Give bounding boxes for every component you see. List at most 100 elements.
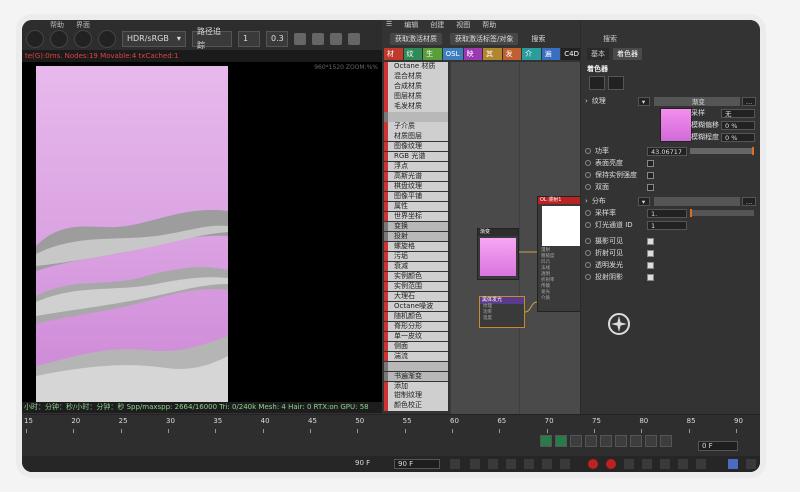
node-tab[interactable]: 介质 xyxy=(522,48,541,70)
node-tab[interactable]: 发光 xyxy=(502,48,522,70)
preview-toggle-button[interactable] xyxy=(589,76,605,90)
node-list-item[interactable]: 材质图层 xyxy=(384,131,448,142)
node-list-item[interactable]: Octane 材质 xyxy=(384,62,448,72)
keyframe-dot[interactable] xyxy=(585,250,591,256)
move-key-button[interactable] xyxy=(642,459,652,469)
node-list-item[interactable]: 变换 xyxy=(384,221,448,232)
keyframe-dot[interactable] xyxy=(585,274,591,280)
node-list-item[interactable]: 随机颜色 xyxy=(384,311,448,322)
keep-instance-checkbox[interactable] xyxy=(647,171,654,179)
next-frame-button[interactable] xyxy=(524,459,534,469)
node-list-item[interactable]: 合成材质 xyxy=(384,81,448,92)
node-list-item[interactable]: 湍流 xyxy=(384,351,448,362)
power-input[interactable]: 43.06717 xyxy=(647,146,687,156)
tab-shader[interactable]: 着色器 xyxy=(613,48,642,60)
menu-item[interactable]: 界面 xyxy=(76,20,90,29)
node-list-item[interactable]: RGB 光谱 xyxy=(384,151,448,162)
menu-help[interactable]: 帮助 xyxy=(482,20,496,30)
node-tab[interactable]: C4D xyxy=(561,48,582,60)
help-icon[interactable] xyxy=(660,435,672,447)
node-input[interactable]: 介质 xyxy=(538,296,586,302)
node-list-item[interactable]: 实例范围 xyxy=(384,281,448,292)
settings-button[interactable] xyxy=(98,30,116,48)
node-input[interactable]: 温度 xyxy=(480,316,524,322)
node-list-item[interactable]: 浮点 xyxy=(384,161,448,172)
surface-brightness-checkbox[interactable] xyxy=(647,159,654,167)
sampler-value[interactable]: 无 xyxy=(721,108,755,118)
param-key-button[interactable] xyxy=(678,459,688,469)
node-list-item[interactable]: 单一皮纹 xyxy=(384,331,448,342)
node-list-item[interactable]: 投射 xyxy=(384,231,448,242)
node-list-item[interactable]: 螺旋格 xyxy=(384,241,448,252)
lock-icon[interactable] xyxy=(312,33,324,45)
refract-visible-checkbox[interactable] xyxy=(647,249,654,257)
node-list-item[interactable]: 添加 xyxy=(384,381,448,392)
go-start-button[interactable] xyxy=(450,459,460,469)
attribute-search[interactable]: 搜索 xyxy=(581,32,760,46)
node-list-item[interactable]: 属性 xyxy=(384,201,448,212)
node-list-item[interactable]: 子介质 xyxy=(384,121,448,132)
node-list-item[interactable]: 大理石 xyxy=(384,291,448,302)
sample-rate-input[interactable]: 1. xyxy=(647,208,687,218)
exposure-input[interactable]: 0.3 xyxy=(266,31,288,47)
play-button[interactable] xyxy=(506,459,516,469)
auto-key-button[interactable] xyxy=(606,459,616,469)
distribution-value[interactable] xyxy=(653,196,740,206)
sample-rate-slider[interactable] xyxy=(690,209,754,217)
rotate-tool-icon[interactable] xyxy=(600,435,612,447)
frame-input[interactable]: 1 xyxy=(238,31,260,47)
prev-key-button[interactable] xyxy=(470,459,480,469)
refresh-button[interactable] xyxy=(74,30,92,48)
node-tab[interactable]: 遍历 xyxy=(541,48,561,70)
pla-tool-icon[interactable] xyxy=(645,435,657,447)
point-tool-icon[interactable] xyxy=(630,435,642,447)
node-tab[interactable]: 纹理 xyxy=(403,48,423,70)
color-mode-select[interactable]: HDR/sRGB ▾ xyxy=(122,31,186,47)
shadow-cast-checkbox[interactable] xyxy=(647,273,654,281)
node-list-item[interactable]: 图像平铺 xyxy=(384,191,448,202)
pla-key-button[interactable] xyxy=(696,459,706,469)
keyframe-dot[interactable] xyxy=(585,160,591,166)
grid-icon[interactable] xyxy=(348,33,360,45)
keyframe-dot[interactable] xyxy=(585,222,591,228)
blackbody-node[interactable]: 黑体发光 纹理 功率 温度 xyxy=(479,296,525,328)
transparent-emit-checkbox[interactable] xyxy=(647,261,654,269)
param-tool-icon[interactable] xyxy=(615,435,627,447)
move-tool-icon[interactable] xyxy=(570,435,582,447)
menu-edit[interactable]: 编辑 xyxy=(404,20,418,30)
region-icon[interactable] xyxy=(330,33,342,45)
chevron-right-icon[interactable]: › xyxy=(585,97,588,105)
power-slider[interactable] xyxy=(690,147,754,155)
record-key-button[interactable] xyxy=(588,459,598,469)
keyframe-tool-icon[interactable] xyxy=(540,435,552,447)
node-list-item[interactable]: 钳制纹理 xyxy=(384,391,448,402)
end-frame-field[interactable]: 90 F xyxy=(394,459,440,469)
timeline-menu-button[interactable] xyxy=(746,459,756,469)
keyframe-tool-icon[interactable] xyxy=(555,435,567,447)
get-active-tag-button[interactable]: 获取激活标签/对象 xyxy=(450,33,519,45)
node-canvas[interactable]: 渐变 OL 漫射1 漫射 粗糙度 凹凸 法线 透明 折射率 传输 发光 介质 黑… xyxy=(450,62,587,414)
distribution-menu[interactable]: ▾ xyxy=(637,196,650,206)
node-list-item[interactable]: 脊形分形 xyxy=(384,321,448,332)
schedule-button[interactable] xyxy=(728,459,738,469)
next-key-button[interactable] xyxy=(542,459,552,469)
prev-frame-button[interactable] xyxy=(488,459,498,469)
node-list-item[interactable]: 混合材质 xyxy=(384,71,448,82)
scale-tool-icon[interactable] xyxy=(585,435,597,447)
light-pass-input[interactable]: 1 xyxy=(647,220,687,230)
node-list-item[interactable]: 侧面 xyxy=(384,341,448,352)
keyframe-dot[interactable] xyxy=(585,238,591,244)
node-list-item[interactable]: 毛发材质 xyxy=(384,101,448,112)
node-tab[interactable]: 其他 xyxy=(483,48,502,70)
chevron-right-icon[interactable]: › xyxy=(585,197,588,205)
scale-key-button[interactable] xyxy=(660,459,670,469)
double-sided-checkbox[interactable] xyxy=(647,183,654,191)
keyframe-select-button[interactable] xyxy=(624,459,634,469)
node-list-item[interactable]: 图像纹理 xyxy=(384,141,448,152)
node-list-item[interactable]: 棋盘纹理 xyxy=(384,181,448,192)
node-tab[interactable]: 生成 xyxy=(423,48,442,70)
node-list-item[interactable]: 污垢 xyxy=(384,251,448,262)
node-list-item[interactable]: 衰减 xyxy=(384,261,448,272)
get-active-material-button[interactable]: 获取激活材质 xyxy=(390,33,442,45)
tab-basic[interactable]: 基本 xyxy=(587,48,609,60)
